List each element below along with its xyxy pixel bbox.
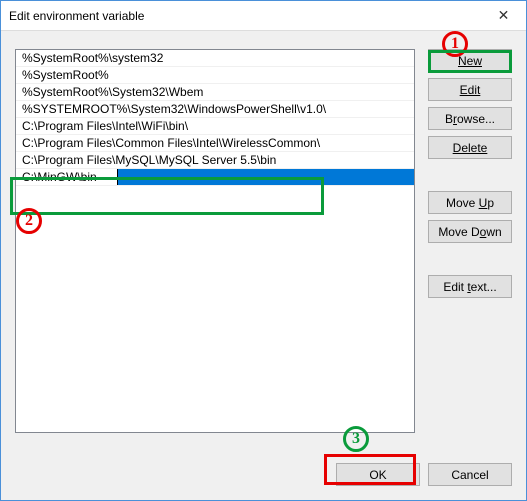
list-item[interactable]: C:\Program Files\MySQL\MySQL Server 5.5\… [16, 152, 414, 169]
edit-text-button[interactable]: Edit text... [428, 275, 512, 298]
move-down-label: Move Down [438, 225, 501, 239]
list-item-editing[interactable]: C:\MinGW\bin [16, 169, 414, 186]
edit-button[interactable]: Edit [428, 78, 512, 101]
list-item[interactable]: %SystemRoot% [16, 67, 414, 84]
list-item[interactable]: %SYSTEMROOT%\System32\WindowsPowerShell\… [16, 101, 414, 118]
close-button[interactable]: ✕ [481, 1, 526, 30]
browse-button[interactable]: Browse... [428, 107, 512, 130]
list-item[interactable]: C:\Program Files\Intel\WiFi\bin\ [16, 118, 414, 135]
delete-button-label: Delete [453, 141, 488, 155]
list-item[interactable]: C:\Program Files\Common Files\Intel\Wire… [16, 135, 414, 152]
dialog-body: %SystemRoot%\system32 %SystemRoot% %Syst… [1, 31, 526, 500]
close-icon: ✕ [498, 7, 510, 24]
inline-edit-input[interactable]: C:\MinGW\bin [16, 169, 118, 185]
titlebar: Edit environment variable ✕ [1, 1, 526, 31]
edit-text-label: Edit text... [443, 280, 496, 294]
move-down-button[interactable]: Move Down [428, 220, 512, 243]
list-item[interactable]: %SystemRoot%\system32 [16, 50, 414, 67]
window-title: Edit environment variable [9, 9, 144, 23]
browse-button-label: Browse... [445, 112, 495, 126]
move-up-button[interactable]: Move Up [428, 191, 512, 214]
list-item[interactable]: %SystemRoot%\System32\Wbem [16, 84, 414, 101]
dialog-buttons: OK Cancel [336, 463, 512, 486]
cancel-button[interactable]: Cancel [428, 463, 512, 486]
button-column: New Edit Browse... Delete Move Up Move D… [428, 49, 512, 304]
new-button[interactable]: New [428, 49, 512, 72]
new-button-label: New [458, 54, 482, 68]
edit-button-label: Edit [460, 83, 481, 97]
ok-button[interactable]: OK [336, 463, 420, 486]
delete-button[interactable]: Delete [428, 136, 512, 159]
path-listbox[interactable]: %SystemRoot%\system32 %SystemRoot% %Syst… [15, 49, 415, 433]
move-up-label: Move Up [446, 196, 494, 210]
dialog-window: Edit environment variable ✕ %SystemRoot%… [0, 0, 527, 501]
